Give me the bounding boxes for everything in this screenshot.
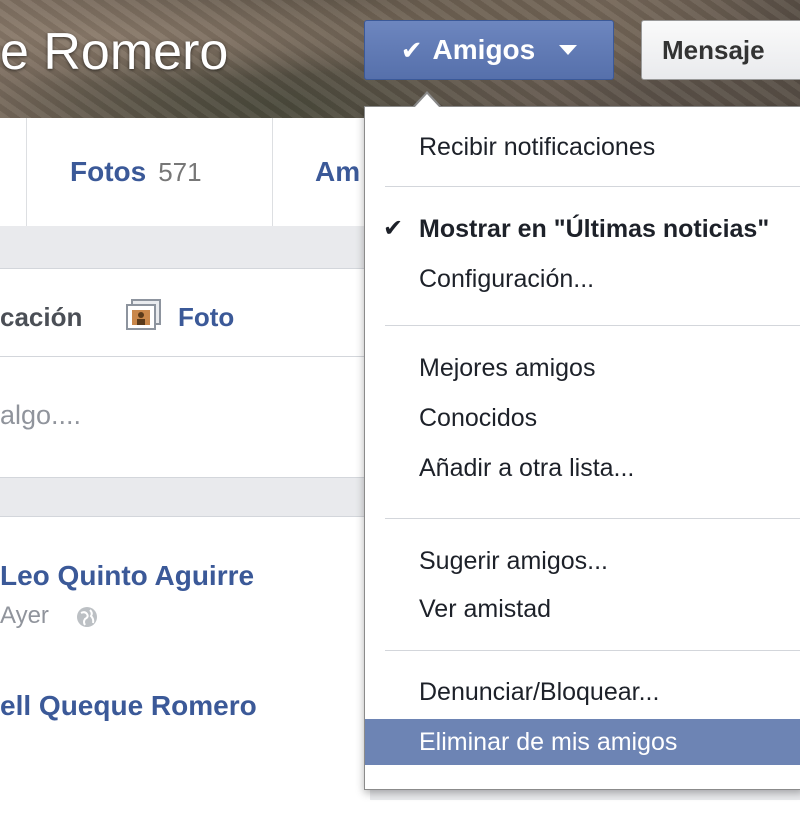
post-author-link[interactable]: ell Queque Romero: [0, 690, 257, 722]
post-timestamp[interactable]: Ayer: [0, 602, 49, 630]
friends-button[interactable]: ✔ Amigos: [364, 20, 614, 80]
menu-item-settings[interactable]: Configuración...: [365, 256, 800, 302]
checkmark-icon: ✔: [400, 34, 423, 65]
menu-item-show-in-news-feed[interactable]: ✔ Mostrar en "Últimas noticias": [365, 206, 800, 252]
tab-divider: [272, 118, 273, 226]
tab-divider: [26, 118, 27, 226]
checkmark-icon: ✔: [383, 215, 404, 242]
chevron-down-icon: [559, 45, 578, 55]
composer: [0, 268, 371, 478]
message-button[interactable]: Mensaje: [641, 20, 800, 80]
menu-item-label: Mostrar en "Últimas noticias": [419, 215, 770, 243]
photo-icon[interactable]: [126, 299, 162, 331]
tab-photos-label: Fotos: [70, 156, 147, 187]
tab-photos-count: 571: [158, 157, 202, 187]
tab-photos[interactable]: Fotos 571: [70, 156, 202, 188]
menu-item-report-block[interactable]: Denunciar/Bloquear...: [365, 669, 800, 715]
profile-name[interactable]: e Romero: [0, 22, 228, 82]
menu-item-acquaintances[interactable]: Conocidos: [365, 395, 800, 441]
menu-item-unfriend[interactable]: Eliminar de mis amigos: [365, 719, 800, 765]
globe-icon[interactable]: [76, 606, 98, 628]
menu-item-close-friends[interactable]: Mejores amigos: [365, 345, 800, 391]
dropdown-pointer-fill: [414, 94, 440, 108]
menu-item-suggest-friends[interactable]: Sugerir amigos...: [365, 538, 800, 584]
menu-separator: [385, 325, 800, 326]
menu-item-get-notifications[interactable]: Recibir notificaciones: [365, 124, 800, 170]
menu-separator: [385, 518, 800, 519]
menu-item-add-to-list[interactable]: Añadir a otra lista...: [365, 445, 800, 491]
composer-tab-photo[interactable]: Foto: [178, 302, 234, 333]
tab-friends[interactable]: Am: [315, 156, 360, 188]
friends-button-label: Amigos: [432, 34, 536, 65]
friends-dropdown-menu: Recibir notificaciones ✔ Mostrar en "Últ…: [364, 106, 800, 790]
composer-input[interactable]: algo....: [0, 400, 81, 431]
menu-separator: [385, 186, 800, 187]
composer-divider: [0, 356, 370, 357]
composer-tab-status[interactable]: cación: [0, 302, 82, 333]
post-author-link[interactable]: Leo Quinto Aguirre: [0, 560, 254, 592]
menu-separator: [385, 650, 800, 651]
menu-item-see-friendship[interactable]: Ver amistad: [365, 586, 800, 632]
